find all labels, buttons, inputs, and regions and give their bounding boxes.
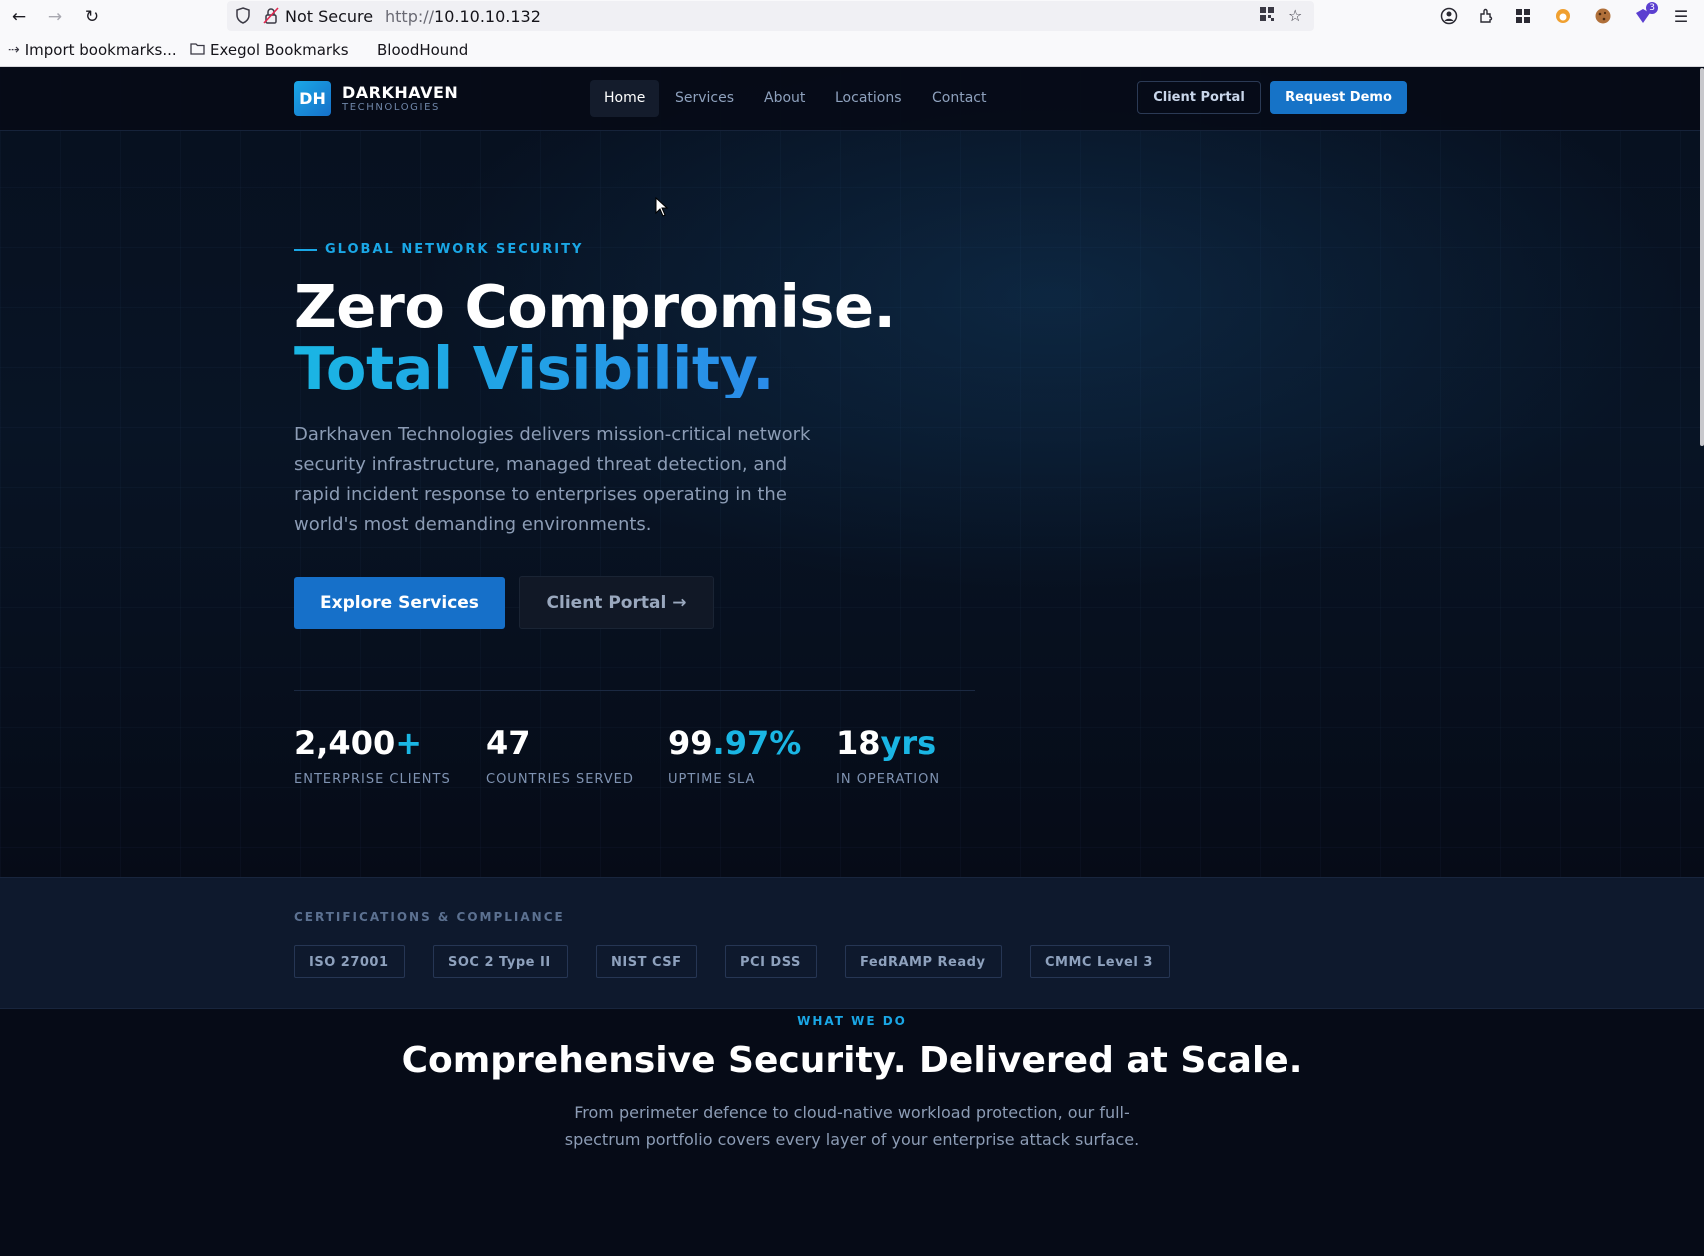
hero-description: Darkhaven Technologies delivers mission-…	[294, 424, 811, 535]
cert-badge: SOC 2 Type II	[433, 945, 568, 978]
qr-code-icon[interactable]	[1259, 6, 1275, 26]
stat-value: 99.97%	[668, 727, 801, 759]
reload-icon[interactable]: ↻	[81, 6, 103, 28]
stat-accent: +	[395, 724, 423, 762]
hero-title-line1: Zero Compromise.	[294, 272, 896, 341]
what-we-do-description: From perimeter defence to cloud-native w…	[564, 1103, 1140, 1149]
page-scrollbar[interactable]	[1700, 68, 1704, 446]
header-client-portal-button[interactable]: Client Portal	[1137, 81, 1261, 114]
site-header: DH DARKHAVEN TECHNOLOGIES Home Services …	[0, 67, 1704, 131]
fox-extension-icon[interactable]	[1552, 5, 1574, 27]
nav-home[interactable]: Home	[590, 80, 660, 117]
cookie-icon[interactable]	[1592, 5, 1614, 27]
url-text[interactable]: http://10.10.10.132	[385, 7, 541, 26]
bookmark-star-icon[interactable]: ☆	[1288, 6, 1302, 25]
request-demo-button[interactable]: Request Demo	[1270, 81, 1407, 114]
url-bar[interactable]: Not Secure http://10.10.10.132 ☆	[227, 1, 1314, 31]
hero-eyebrow: GLOBAL NETWORK SECURITY	[294, 242, 583, 257]
insecure-lock-icon[interactable]	[263, 7, 279, 28]
browser-toolbar: ← → ↻ Not Secure http://10.10.10.132 ☆ 3…	[0, 0, 1704, 33]
not-secure-label[interactable]: Not Secure	[285, 7, 373, 26]
eyebrow-dash	[294, 248, 317, 251]
hero-client-portal-button[interactable]: Client Portal →	[519, 576, 714, 629]
shield-extension-icon[interactable]: 3	[1632, 2, 1658, 27]
bookmarks-bar: ⇢ Import bookmarks... Exegol Bookmarks B…	[0, 33, 1704, 67]
what-we-do-title: Comprehensive Security. Delivered at Sca…	[401, 1040, 1303, 1081]
stat-label: IN OPERATION	[836, 772, 941, 787]
import-icon: ⇢	[8, 42, 20, 58]
bookmark-label: Import bookmarks...	[24, 41, 177, 59]
stat-value: 18yrs	[836, 727, 940, 759]
stat-number: 2,400	[294, 724, 396, 762]
tracking-shield-icon[interactable]	[235, 7, 251, 28]
bookmark-bloodhound[interactable]: BloodHound	[377, 41, 468, 59]
bookmark-import[interactable]: ⇢ Import bookmarks...	[8, 41, 177, 59]
apps-grid-icon[interactable]	[1512, 5, 1534, 27]
back-icon[interactable]: ←	[8, 6, 30, 28]
logo-mark[interactable]: DH	[294, 81, 331, 116]
bookmark-label: Exegol Bookmarks	[210, 41, 349, 59]
mouse-cursor-icon	[655, 197, 669, 217]
stat-label: COUNTRIES SERVED	[486, 772, 634, 787]
stat-number: 99	[668, 724, 713, 762]
nav-about[interactable]: About	[750, 80, 819, 117]
stat-label: UPTIME SLA	[668, 772, 756, 787]
stat-enterprise-clients: 2,400+ ENTERPRISE CLIENTS	[294, 727, 451, 787]
cert-badge: CMMC Level 3	[1030, 945, 1170, 978]
url-host: 10.10.10.132	[434, 7, 541, 26]
cert-badge: ISO 27001	[294, 945, 405, 978]
bookmark-label: BloodHound	[377, 41, 469, 59]
nav-locations[interactable]: Locations	[821, 80, 916, 117]
extensions-icon[interactable]	[1475, 5, 1497, 27]
stat-countries-served: 47 COUNTRIES SERVED	[486, 727, 634, 787]
cert-badge: FedRAMP Ready	[845, 945, 1002, 978]
stat-value: 47	[486, 727, 634, 759]
cert-badge: PCI DSS	[725, 945, 817, 978]
hamburger-menu-icon[interactable]: ☰	[1670, 5, 1692, 27]
web-page: DH DARKHAVEN TECHNOLOGIES Home Services …	[0, 67, 1704, 1256]
hero-eyebrow-text: GLOBAL NETWORK SECURITY	[325, 242, 584, 257]
stat-in-operation: 18yrs IN OPERATION	[836, 727, 940, 787]
stat-accent: .97%	[712, 724, 802, 762]
certifications-title: CERTIFICATIONS & COMPLIANCE	[294, 910, 565, 924]
folder-icon	[190, 42, 205, 59]
bookmark-exegol[interactable]: Exegol Bookmarks	[190, 41, 349, 59]
explore-services-button[interactable]: Explore Services	[294, 577, 505, 629]
cert-badge: NIST CSF	[596, 945, 697, 978]
account-icon[interactable]	[1438, 5, 1460, 27]
nav-services[interactable]: Services	[661, 80, 748, 117]
certifications-section: CERTIFICATIONS & COMPLIANCE ISO 27001 SO…	[0, 877, 1704, 1009]
stat-accent: yrs	[880, 724, 937, 762]
url-scheme: http://	[385, 7, 435, 26]
logo-subtitle: TECHNOLOGIES	[342, 102, 440, 113]
extension-badge: 3	[1646, 2, 1658, 14]
stat-label: ENTERPRISE CLIENTS	[294, 772, 451, 787]
stat-number: 47	[486, 724, 531, 762]
what-we-do-eyebrow: WHAT WE DO	[797, 1014, 907, 1028]
hero-divider	[294, 690, 975, 691]
nav-contact[interactable]: Contact	[918, 80, 1000, 117]
stat-number: 18	[836, 724, 881, 762]
forward-icon[interactable]: →	[44, 6, 66, 28]
hero-title-line2: Total Visibility.	[294, 334, 774, 403]
logo-name[interactable]: DARKHAVEN	[342, 83, 458, 102]
stat-value: 2,400+	[294, 727, 451, 759]
stat-uptime-sla: 99.97% UPTIME SLA	[668, 727, 801, 787]
